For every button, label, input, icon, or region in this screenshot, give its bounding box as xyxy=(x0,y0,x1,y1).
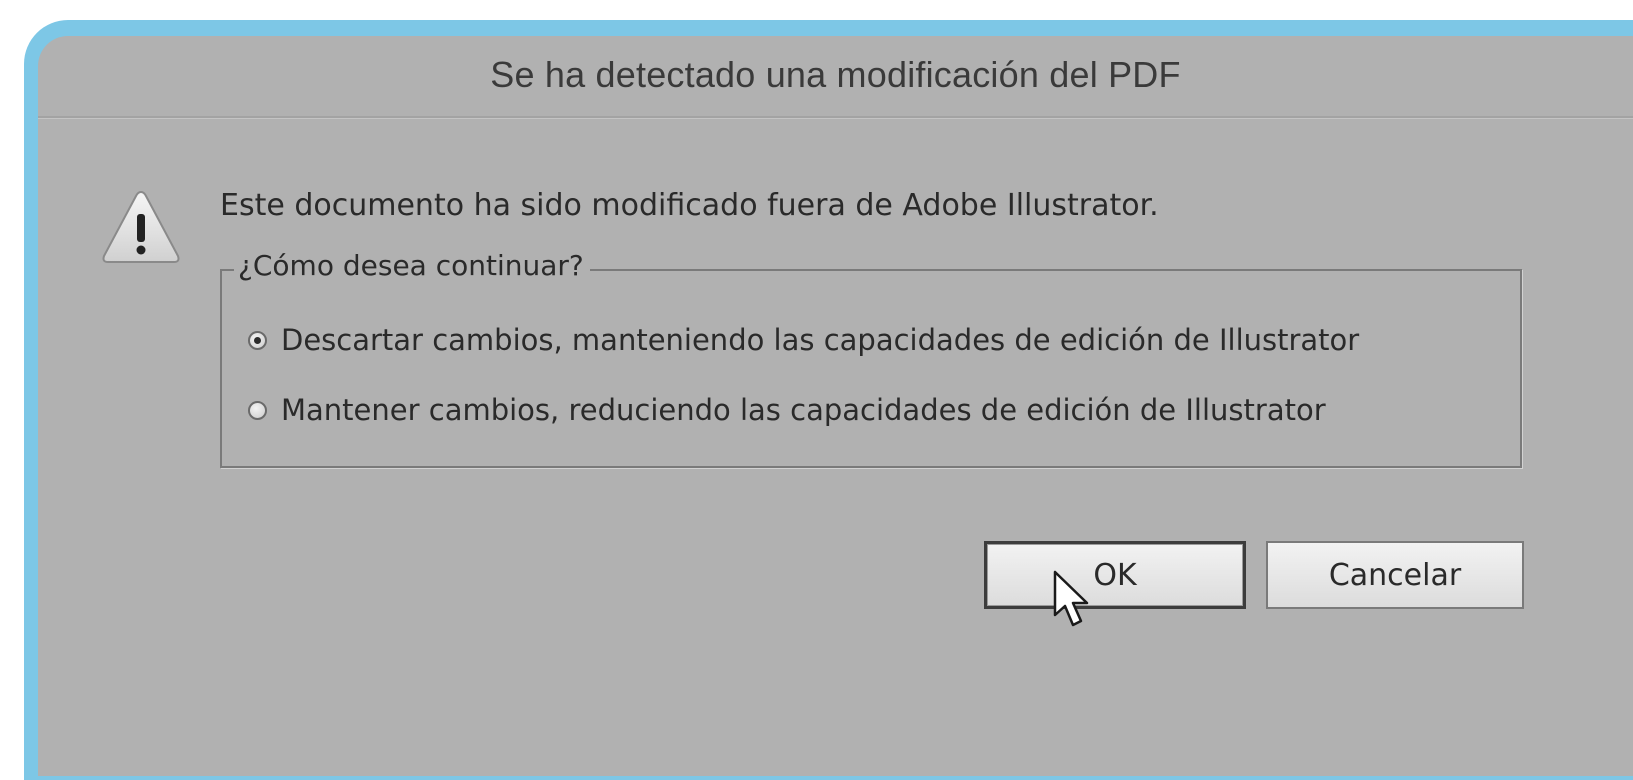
warning-icon xyxy=(102,190,180,263)
option-discard-label: Descartar cambios, manteniendo las capac… xyxy=(281,323,1360,357)
option-keep-label: Mantener cambios, reduciendo las capacid… xyxy=(281,393,1326,427)
radio-selected-dot xyxy=(254,336,261,344)
dialog-message: Este documento ha sido modificado fuera … xyxy=(220,188,1159,223)
continue-options-group: ¿Cómo desea continuar? Descartar cambios… xyxy=(220,249,1522,468)
option-keep-changes[interactable]: Mantener cambios, reduciendo las capacid… xyxy=(248,393,1326,427)
ok-button[interactable]: OK xyxy=(984,541,1246,609)
cancel-button[interactable]: Cancelar xyxy=(1266,541,1524,609)
title-divider xyxy=(38,116,1633,119)
group-legend: ¿Cómo desea continuar? xyxy=(234,249,590,282)
pdf-modified-dialog: Se ha detectado una modificación del PDF… xyxy=(38,36,1633,776)
mouse-pointer-icon xyxy=(1053,570,1089,627)
radio-discard-changes[interactable] xyxy=(248,330,267,350)
dialog-titlebar[interactable]: Se ha detectado una modificación del PDF xyxy=(38,36,1633,116)
radio-keep-changes[interactable] xyxy=(248,400,267,420)
dialog-title: Se ha detectado una modificación del PDF xyxy=(490,54,1181,95)
option-discard-changes[interactable]: Descartar cambios, manteniendo las capac… xyxy=(248,323,1359,357)
